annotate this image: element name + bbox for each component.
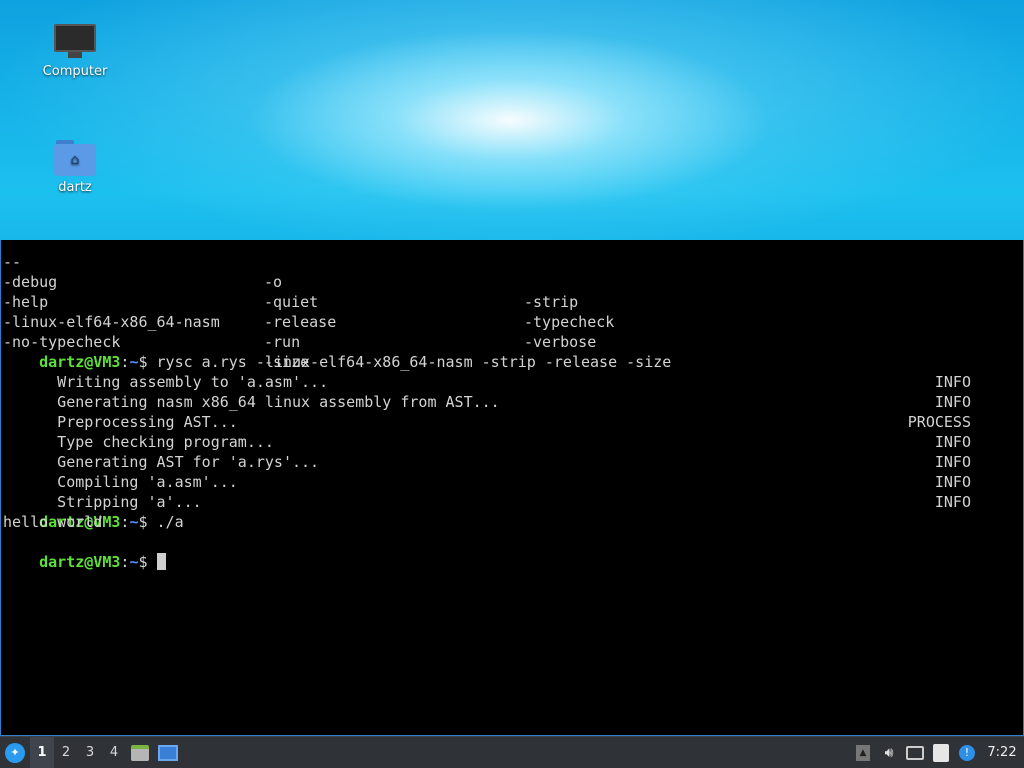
notification-button[interactable]: ! bbox=[954, 737, 980, 768]
options-row: -help -release -verbose bbox=[3, 293, 597, 351]
command-line: dartz@VM3:~$ rysc a.rys -linux-elf64-x86… bbox=[39, 353, 672, 371]
desktop-icon-label: dartz bbox=[58, 180, 92, 195]
log-line: Writing assembly to 'a.asm'... INFO bbox=[39, 373, 971, 391]
file-manager-button[interactable] bbox=[126, 737, 154, 768]
start-menu-button[interactable]: ✦ bbox=[0, 737, 30, 768]
taskbar: ✦ 1 2 3 4 ▲ 🔊︎ ! 7:22 bbox=[0, 736, 1024, 768]
clipboard-button[interactable] bbox=[928, 737, 954, 768]
network-button[interactable] bbox=[902, 737, 928, 768]
workspace-2[interactable]: 2 bbox=[54, 737, 78, 768]
window-icon bbox=[158, 744, 178, 761]
notification-icon: ! bbox=[959, 744, 975, 761]
text-cursor bbox=[156, 553, 166, 570]
network-icon bbox=[906, 745, 924, 760]
file-manager-icon bbox=[131, 744, 149, 761]
log-line: Preprocessing AST... PROCESS bbox=[39, 413, 971, 431]
desktop-icon-label: Computer bbox=[42, 64, 108, 79]
options-row: -- -o -strip bbox=[3, 253, 579, 311]
volume-icon: 🔊︎ bbox=[884, 744, 894, 761]
log-line: Type checking program... INFO bbox=[39, 433, 971, 451]
workspace-1[interactable]: 1 bbox=[30, 736, 54, 768]
tray-expand-button[interactable]: ▲ bbox=[850, 737, 876, 768]
command-line: dartz@VM3:~$ ./a bbox=[39, 513, 184, 531]
computer-icon bbox=[54, 24, 96, 60]
terminal-window[interactable]: -- -o -strip -debug -quiet -typecheck -h… bbox=[0, 240, 1024, 736]
system-tray: ▲ 🔊︎ ! 7:22 bbox=[850, 737, 1024, 768]
log-line: Generating AST for 'a.rys'... INFO bbox=[39, 453, 971, 471]
eject-icon: ▲ bbox=[856, 744, 870, 761]
workspace-4[interactable]: 4 bbox=[102, 737, 126, 768]
log-line: Stripping 'a'... INFO bbox=[39, 493, 971, 511]
active-prompt[interactable]: dartz@VM3:~$ bbox=[3, 532, 166, 571]
options-row: -debug -quiet -typecheck bbox=[3, 273, 615, 331]
workspace-3[interactable]: 3 bbox=[78, 737, 102, 768]
log-line: Compiling 'a.asm'... INFO bbox=[39, 473, 971, 491]
app-menu-icon: ✦ bbox=[5, 742, 25, 763]
options-row: -no-typecheck -size bbox=[3, 333, 310, 371]
home-folder-icon: ⌂ bbox=[54, 140, 96, 176]
show-desktop-button[interactable] bbox=[154, 737, 182, 768]
log-line: Generating nasm x86_64 linux assembly fr… bbox=[39, 393, 971, 411]
desktop-icon-computer[interactable]: Computer bbox=[30, 24, 120, 79]
options-row: -linux-elf64-x86_64-nasm -run bbox=[3, 313, 301, 351]
clipboard-icon bbox=[933, 743, 949, 762]
clock[interactable]: 7:22 bbox=[980, 745, 1024, 760]
program-output: hello world bbox=[3, 513, 103, 531]
volume-button[interactable]: 🔊︎ bbox=[876, 737, 902, 768]
desktop-icon-home-folder[interactable]: ⌂ dartz bbox=[30, 140, 120, 195]
log-level: INFO bbox=[934, 493, 971, 511]
